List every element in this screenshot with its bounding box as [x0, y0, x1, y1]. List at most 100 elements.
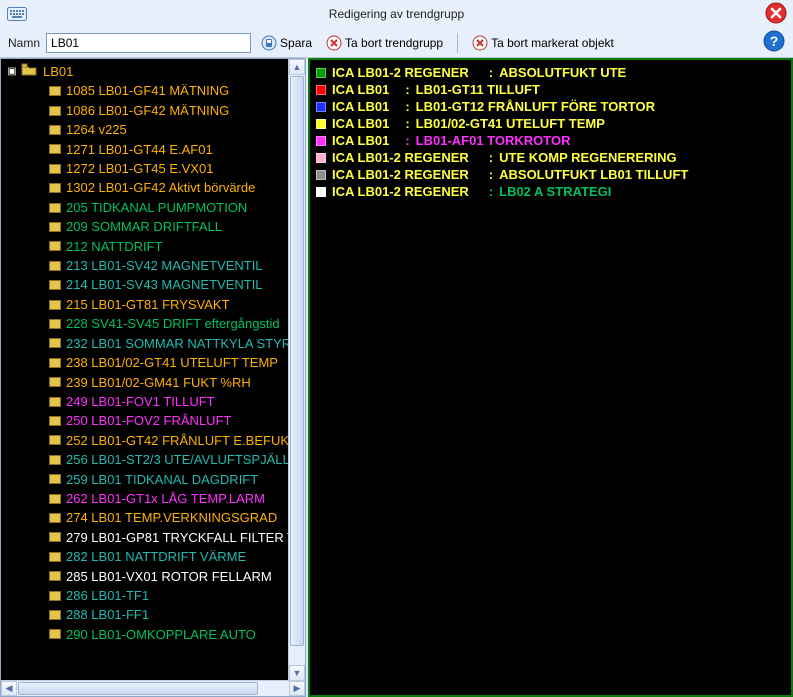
delete-group-button[interactable]: Ta bort trendgrupp: [322, 33, 447, 53]
close-icon[interactable]: [765, 2, 787, 27]
save-button[interactable]: Spara: [257, 33, 316, 53]
tree-item-label: 282 LB01 NATTDRIFT VÄRME: [66, 547, 246, 566]
tree-item-label: 239 LB01/02-GM41 FUKT %RH: [66, 373, 251, 392]
scroll-thumb-v[interactable]: [290, 76, 304, 646]
list-item-colon: :: [405, 81, 409, 98]
node-icon: [49, 591, 61, 601]
tree-item[interactable]: 250 LB01-FOV2 FRÅNLUFT: [7, 411, 303, 430]
tree-item[interactable]: 205 TIDKANAL PUMPMOTION: [7, 198, 303, 217]
tree-item-label: 209 SOMMAR DRIFTFALL: [66, 217, 222, 236]
list-item-group: ICA LB01: [332, 132, 389, 149]
list-item[interactable]: ICA LB01: LB01/02-GT41 UTELUFT TEMP: [316, 115, 785, 132]
separator: [457, 33, 458, 53]
tree-item[interactable]: 212 NATTDRIFT: [7, 237, 303, 256]
keyboard-icon[interactable]: [6, 5, 28, 23]
tree-item[interactable]: 1264 v225: [7, 120, 303, 139]
list-item[interactable]: ICA LB01: LB01-GT12 FRÅNLUFT FÖRE TORTOR: [316, 98, 785, 115]
node-icon: [49, 552, 61, 562]
node-icon: [49, 106, 61, 116]
tree-item[interactable]: 238 LB01/02-GT41 UTELUFT TEMP: [7, 353, 303, 372]
tree-item[interactable]: 282 LB01 NATTDRIFT VÄRME: [7, 547, 303, 566]
node-icon: [49, 222, 61, 232]
tree-item-label: 215 LB01-GT81 FRYSVAKT: [66, 295, 230, 314]
node-icon: [49, 358, 61, 368]
tree-item[interactable]: 259 LB01 TIDKANAL DAGDRIFT: [7, 470, 303, 489]
scroll-up-icon[interactable]: ▲: [289, 59, 305, 75]
tree-item-label: 259 LB01 TIDKANAL DAGDRIFT: [66, 470, 258, 489]
collapse-icon[interactable]: ▣: [7, 67, 17, 77]
tree[interactable]: ▣ LB01 1085 LB01-GF41 MÄTNING1086 LB01-G…: [1, 59, 305, 696]
color-swatch: [316, 153, 326, 163]
scroll-left-icon[interactable]: ◀: [1, 681, 17, 696]
node-icon: [49, 474, 61, 484]
tree-item[interactable]: 279 LB01-GP81 TRYCKFALL FILTER T: [7, 528, 303, 547]
vertical-scrollbar[interactable]: ▲ ▼: [288, 59, 305, 681]
list-item[interactable]: ICA LB01-2 REGENER: UTE KOMP REGENERERIN…: [316, 149, 785, 166]
tree-item[interactable]: 1302 LB01-GF42 Aktivt börvärde: [7, 178, 303, 197]
right-list[interactable]: ICA LB01-2 REGENER: ABSOLUTFUKT UTEICA L…: [310, 60, 791, 204]
scroll-thumb-h[interactable]: [18, 682, 258, 695]
list-item-colon: :: [405, 115, 409, 132]
tree-item-label: 252 LB01-GT42 FRÅNLUFT E.BEFUKT: [66, 431, 297, 450]
delete-object-label: Ta bort markerat objekt: [491, 36, 614, 50]
list-item-group: ICA LB01: [332, 115, 389, 132]
tree-item[interactable]: 215 LB01-GT81 FRYSVAKT: [7, 295, 303, 314]
tree-item-label: 228 SV41-SV45 DRIFT eftergångstid: [66, 314, 280, 333]
tree-item[interactable]: 288 LB01-FF1: [7, 605, 303, 624]
tree-item[interactable]: 262 LB01-GT1x LÅG TEMP.LARM: [7, 489, 303, 508]
list-item-value: ABSOLUTFUKT LB01 TILLUFT: [499, 166, 688, 183]
list-item-colon: :: [489, 64, 493, 81]
list-item-group: ICA LB01-2 REGENER: [332, 183, 469, 200]
list-item-value: UTE KOMP REGENERERING: [499, 149, 676, 166]
scroll-down-icon[interactable]: ▼: [289, 665, 305, 681]
node-icon: [49, 494, 61, 504]
help-icon[interactable]: ?: [763, 30, 785, 55]
tree-item-label: 250 LB01-FOV2 FRÅNLUFT: [66, 411, 231, 430]
node-icon: [49, 319, 61, 329]
tree-item-label: 213 LB01-SV42 MAGNETVENTIL: [66, 256, 263, 275]
folder-icon: [21, 62, 37, 81]
tree-item[interactable]: 286 LB01-TF1: [7, 586, 303, 605]
tree-item[interactable]: 1086 LB01-GF42 MÄTNING: [7, 101, 303, 120]
tree-item[interactable]: 232 LB01 SOMMAR NATTKYLA STYR.: [7, 334, 303, 353]
tree-item[interactable]: 1272 LB01-GT45 E.VX01: [7, 159, 303, 178]
tree-root[interactable]: ▣ LB01: [7, 62, 303, 81]
save-icon: [261, 35, 277, 51]
tree-item[interactable]: 214 LB01-SV43 MAGNETVENTIL: [7, 275, 303, 294]
list-item[interactable]: ICA LB01: LB01-GT11 TILLUFT: [316, 81, 785, 98]
node-icon: [49, 513, 61, 523]
tree-item[interactable]: 228 SV41-SV45 DRIFT eftergångstid: [7, 314, 303, 333]
list-item-value: LB01-AF01 TORKROTOR: [416, 132, 571, 149]
name-input[interactable]: [46, 33, 251, 53]
tree-item[interactable]: 209 SOMMAR DRIFTFALL: [7, 217, 303, 236]
horizontal-scrollbar[interactable]: ◀ ▶: [1, 680, 305, 696]
delete-group-icon: [326, 35, 342, 51]
tree-item[interactable]: 1085 LB01-GF41 MÄTNING: [7, 81, 303, 100]
color-swatch: [316, 68, 326, 78]
delete-object-button[interactable]: Ta bort markerat objekt: [468, 33, 618, 53]
tree-root-label: LB01: [43, 62, 73, 81]
list-item[interactable]: ICA LB01-2 REGENER: LB02 A STRATEGI: [316, 183, 785, 200]
tree-item[interactable]: 285 LB01-VX01 ROTOR FELLARM: [7, 567, 303, 586]
tree-item[interactable]: 252 LB01-GT42 FRÅNLUFT E.BEFUKT: [7, 431, 303, 450]
tree-item[interactable]: 213 LB01-SV42 MAGNETVENTIL: [7, 256, 303, 275]
tree-item-label: 1086 LB01-GF42 MÄTNING: [66, 101, 229, 120]
node-icon: [49, 144, 61, 154]
scroll-right-icon[interactable]: ▶: [289, 681, 305, 696]
tree-item[interactable]: 290 LB01-OMKOPPLARE AUTO: [7, 625, 303, 644]
tree-item-label: 249 LB01-FOV1 TILLUFT: [66, 392, 215, 411]
tree-item[interactable]: 249 LB01-FOV1 TILLUFT: [7, 392, 303, 411]
list-item[interactable]: ICA LB01-2 REGENER: ABSOLUTFUKT UTE: [316, 64, 785, 81]
node-icon: [49, 455, 61, 465]
list-item[interactable]: ICA LB01: LB01-AF01 TORKROTOR: [316, 132, 785, 149]
tree-item[interactable]: 256 LB01-ST2/3 UTE/AVLUFTSPJÄLL: [7, 450, 303, 469]
tree-item[interactable]: 239 LB01/02-GM41 FUKT %RH: [7, 373, 303, 392]
list-item-colon: :: [489, 183, 493, 200]
list-item[interactable]: ICA LB01-2 REGENER: ABSOLUTFUKT LB01 TIL…: [316, 166, 785, 183]
tree-item[interactable]: 1271 LB01-GT44 E.AF01: [7, 140, 303, 159]
tree-item-label: 1271 LB01-GT44 E.AF01: [66, 140, 213, 159]
tree-item[interactable]: 274 LB01 TEMP.VERKNINGSGRAD: [7, 508, 303, 527]
main-area: ▣ LB01 1085 LB01-GF41 MÄTNING1086 LB01-G…: [0, 58, 793, 697]
node-icon: [49, 300, 61, 310]
delete-object-icon: [472, 35, 488, 51]
